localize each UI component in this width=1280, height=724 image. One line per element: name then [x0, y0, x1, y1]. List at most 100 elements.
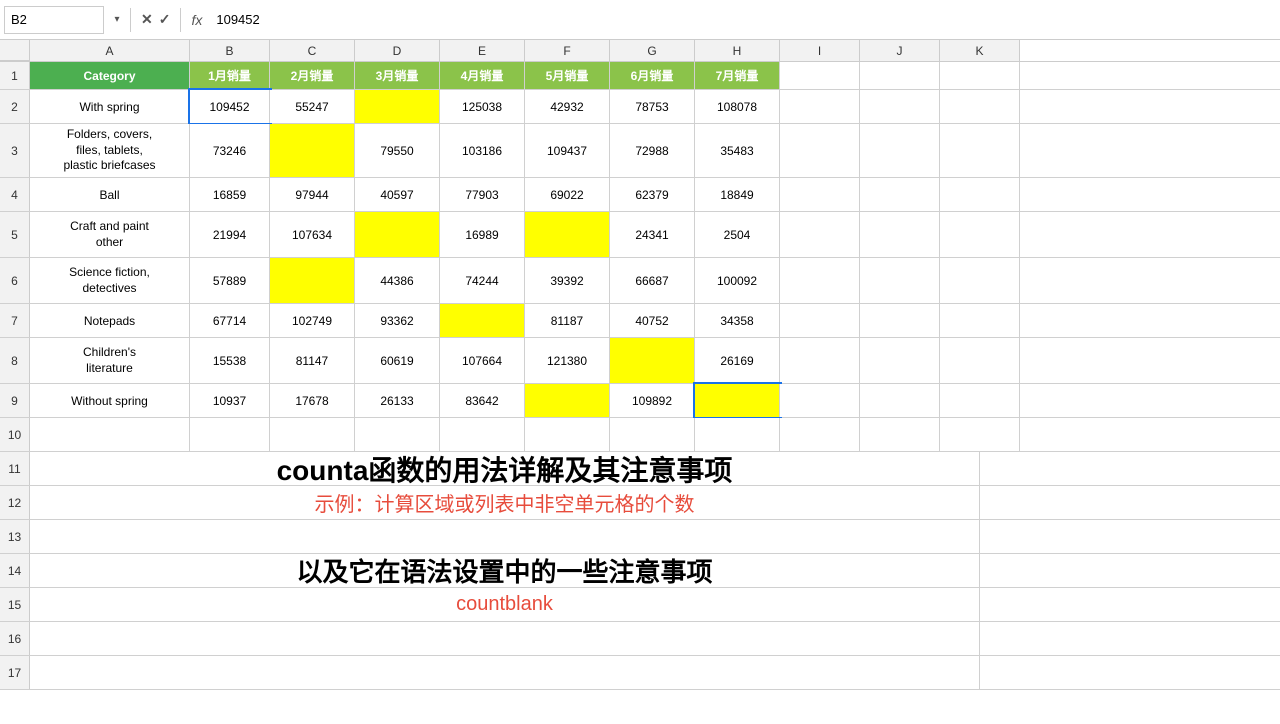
cell-a2[interactable]: With spring [30, 90, 190, 123]
cell-f3[interactable]: 109437 [525, 124, 610, 177]
cell-g1[interactable]: 6月销量 [610, 62, 695, 89]
cell-g8[interactable] [610, 338, 695, 383]
cell-b2[interactable]: 109452 [190, 90, 270, 123]
cell-e3[interactable]: 103186 [440, 124, 525, 177]
cell-h6[interactable]: 100092 [695, 258, 780, 303]
cell-k5[interactable] [940, 212, 1020, 257]
col-header-g[interactable]: G [610, 40, 695, 61]
cell-e10[interactable] [440, 418, 525, 451]
cell-h2[interactable]: 108078 [695, 90, 780, 123]
cell-i8[interactable] [780, 338, 860, 383]
cell-a8[interactable]: Children'sliterature [30, 338, 190, 383]
cell-g10[interactable] [610, 418, 695, 451]
cell-ref-dropdown[interactable]: ▾ [108, 6, 126, 34]
cell-j10[interactable] [860, 418, 940, 451]
cell-h10[interactable] [695, 418, 780, 451]
col-header-d[interactable]: D [355, 40, 440, 61]
cell-i7[interactable] [780, 304, 860, 337]
cell-g6[interactable]: 66687 [610, 258, 695, 303]
cell-k9[interactable] [940, 384, 1020, 417]
cell-d5[interactable] [355, 212, 440, 257]
cell-f1[interactable]: 5月销量 [525, 62, 610, 89]
cell-j4[interactable] [860, 178, 940, 211]
cell-b8[interactable]: 15538 [190, 338, 270, 383]
cell-c4[interactable]: 97944 [270, 178, 355, 211]
cell-g2[interactable]: 78753 [610, 90, 695, 123]
col-header-e[interactable]: E [440, 40, 525, 61]
cell-k10[interactable] [940, 418, 1020, 451]
cell-c9[interactable]: 17678 [270, 384, 355, 417]
cell-f5[interactable] [525, 212, 610, 257]
cell-f9[interactable] [525, 384, 610, 417]
cell-i2[interactable] [780, 90, 860, 123]
cell-a7[interactable]: Notepads [30, 304, 190, 337]
cell-j8[interactable] [860, 338, 940, 383]
cell-a1[interactable]: Category [30, 62, 190, 89]
cell-f6[interactable]: 39392 [525, 258, 610, 303]
cell-c7[interactable]: 102749 [270, 304, 355, 337]
cell-c5[interactable]: 107634 [270, 212, 355, 257]
cell-c6[interactable] [270, 258, 355, 303]
cell-b4[interactable]: 16859 [190, 178, 270, 211]
cell-f10[interactable] [525, 418, 610, 451]
col-header-c[interactable]: C [270, 40, 355, 61]
cell-g3[interactable]: 72988 [610, 124, 695, 177]
col-header-f[interactable]: F [525, 40, 610, 61]
cell-a6[interactable]: Science fiction,detectives [30, 258, 190, 303]
cell-h9[interactable] [695, 384, 780, 417]
confirm-icon[interactable]: ✓ [159, 11, 171, 28]
cell-h1[interactable]: 7月销量 [695, 62, 780, 89]
cell-j6[interactable] [860, 258, 940, 303]
cell-g5[interactable]: 24341 [610, 212, 695, 257]
cell-e2[interactable]: 125038 [440, 90, 525, 123]
cell-reference-box[interactable]: B2 [4, 6, 104, 34]
cell-b3[interactable]: 73246 [190, 124, 270, 177]
cell-h3[interactable]: 35483 [695, 124, 780, 177]
cancel-icon[interactable]: ✕ [141, 11, 153, 28]
cell-b10[interactable] [190, 418, 270, 451]
cell-e9[interactable]: 83642 [440, 384, 525, 417]
cell-j5[interactable] [860, 212, 940, 257]
cell-i1[interactable] [780, 62, 860, 89]
cell-h7[interactable]: 34358 [695, 304, 780, 337]
cell-e5[interactable]: 16989 [440, 212, 525, 257]
cell-d6[interactable]: 44386 [355, 258, 440, 303]
cell-b6[interactable]: 57889 [190, 258, 270, 303]
cell-d8[interactable]: 60619 [355, 338, 440, 383]
cell-a4[interactable]: Ball [30, 178, 190, 211]
col-header-a[interactable]: A [30, 40, 190, 61]
cell-e8[interactable]: 107664 [440, 338, 525, 383]
cell-k4[interactable] [940, 178, 1020, 211]
cell-a10[interactable] [30, 418, 190, 451]
cell-g7[interactable]: 40752 [610, 304, 695, 337]
cell-h4[interactable]: 18849 [695, 178, 780, 211]
cell-c3[interactable] [270, 124, 355, 177]
cell-d9[interactable]: 26133 [355, 384, 440, 417]
cell-a3[interactable]: Folders, covers,files, tablets,plastic b… [30, 124, 190, 177]
cell-f4[interactable]: 69022 [525, 178, 610, 211]
cell-j9[interactable] [860, 384, 940, 417]
cell-i9[interactable] [780, 384, 860, 417]
cell-j2[interactable] [860, 90, 940, 123]
cell-i5[interactable] [780, 212, 860, 257]
cell-i4[interactable] [780, 178, 860, 211]
cell-f7[interactable]: 81187 [525, 304, 610, 337]
cell-d2[interactable] [355, 90, 440, 123]
cell-k2[interactable] [940, 90, 1020, 123]
formula-input[interactable] [212, 6, 1276, 34]
cell-j1[interactable] [860, 62, 940, 89]
cell-g4[interactable]: 62379 [610, 178, 695, 211]
cell-f8[interactable]: 121380 [525, 338, 610, 383]
cell-k1[interactable] [940, 62, 1020, 89]
cell-b5[interactable]: 21994 [190, 212, 270, 257]
cell-d7[interactable]: 93362 [355, 304, 440, 337]
cell-b1[interactable]: 1月销量 [190, 62, 270, 89]
cell-a5[interactable]: Craft and paintother [30, 212, 190, 257]
cell-i6[interactable] [780, 258, 860, 303]
col-header-h[interactable]: H [695, 40, 780, 61]
cell-b7[interactable]: 67714 [190, 304, 270, 337]
cell-e7[interactable] [440, 304, 525, 337]
cell-k3[interactable] [940, 124, 1020, 177]
cell-d3[interactable]: 79550 [355, 124, 440, 177]
col-header-i[interactable]: I [780, 40, 860, 61]
